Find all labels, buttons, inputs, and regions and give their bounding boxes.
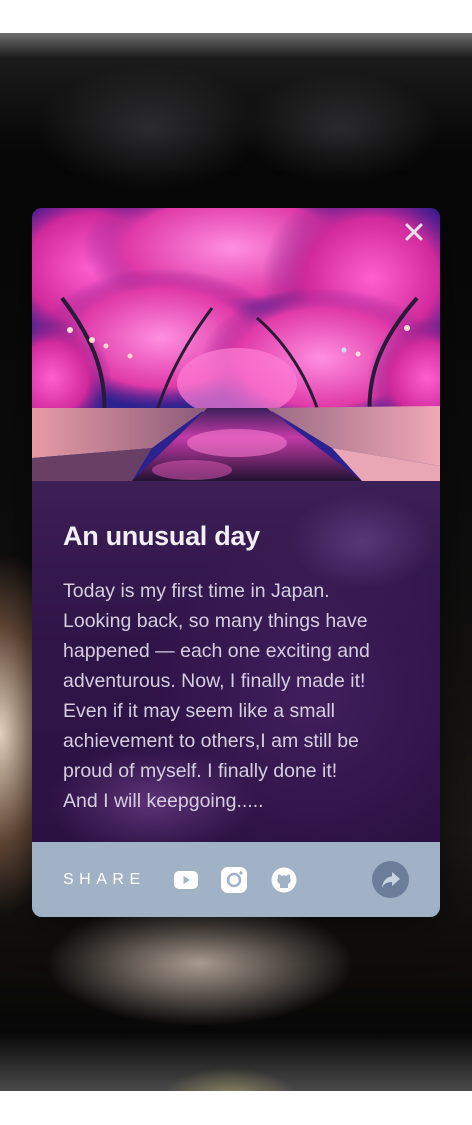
card-text: Today is my first time in Japan. Looking… (63, 580, 370, 812)
card-title: An unusual day (63, 521, 260, 551)
share-label: SHARE (63, 870, 146, 888)
story-card: An unusual day Today is my first time in… (32, 208, 440, 917)
share-forward-button[interactable] (372, 861, 409, 898)
close-button[interactable] (404, 222, 428, 246)
close-icon (405, 223, 423, 241)
share-forward-icon (381, 871, 400, 888)
github-share-button[interactable] (269, 865, 299, 895)
share-bar: SHARE (32, 842, 440, 917)
card-body: An unusual day Today is my first time in… (32, 481, 440, 842)
instagram-share-button[interactable] (219, 865, 249, 895)
cherry-blossom-photo (32, 208, 440, 481)
youtube-share-button[interactable] (171, 865, 201, 895)
youtube-icon (174, 870, 198, 889)
github-icon (271, 867, 297, 892)
instagram-icon (221, 866, 247, 893)
hero-image (32, 208, 440, 481)
